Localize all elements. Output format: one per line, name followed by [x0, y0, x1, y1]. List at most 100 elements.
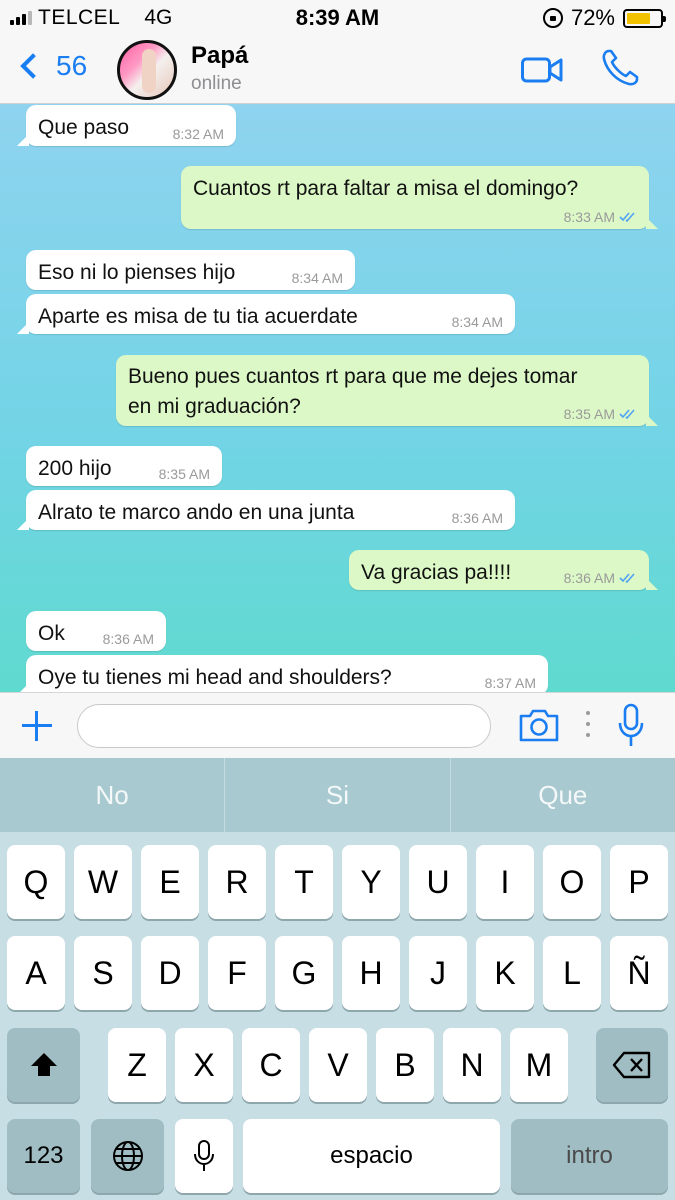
key-h[interactable]: H: [342, 936, 400, 1010]
key-q[interactable]: Q: [7, 845, 65, 919]
chat-area[interactable]: Que paso 8:32 AM Cuantos rt para faltar …: [0, 104, 675, 692]
message-meta: 8:33 AM: [564, 209, 637, 225]
battery-percent: 72%: [570, 5, 615, 30]
message-text: Eso ni lo pienses hijo: [38, 261, 236, 284]
message-text-line2: en mi graduación?: [128, 395, 301, 418]
key-r[interactable]: R: [208, 845, 266, 919]
suggestion-bar: No Si Que: [0, 758, 675, 832]
back-count: 56: [56, 50, 88, 81]
message-time: 8:32 AM: [172, 126, 224, 142]
key-f[interactable]: F: [208, 936, 266, 1010]
key-t[interactable]: T: [275, 845, 333, 919]
back-chevron-icon: [20, 53, 46, 79]
message-time: 8:37 AM: [484, 675, 536, 691]
globe-key[interactable]: [91, 1119, 164, 1193]
key-c[interactable]: C: [242, 1028, 300, 1102]
video-call-icon[interactable]: [521, 56, 563, 84]
message-text: Aparte es misa de tu tia acuerdate: [38, 305, 358, 328]
key-b[interactable]: B: [376, 1028, 434, 1102]
key-d[interactable]: D: [141, 936, 199, 1010]
dictation-key[interactable]: [175, 1119, 233, 1193]
numbers-key[interactable]: 123: [7, 1119, 80, 1193]
backspace-key[interactable]: [596, 1028, 668, 1102]
message-text: Va gracias pa!!!!: [361, 561, 512, 584]
message-incoming[interactable]: Que paso 8:32 AM: [17, 105, 236, 146]
message-outgoing[interactable]: Bueno pues cuantos rt para que me dejes …: [116, 355, 658, 426]
message-incoming[interactable]: 200 hijo 8:35 AM: [26, 446, 222, 486]
shift-icon: [30, 1053, 57, 1076]
avatar[interactable]: [117, 40, 177, 100]
contact-name[interactable]: Papá: [191, 42, 248, 70]
message-input-bar: [0, 692, 675, 758]
camera-icon[interactable]: [518, 707, 560, 743]
key-j[interactable]: J: [409, 936, 467, 1010]
globe-icon: [112, 1141, 143, 1171]
message-text: Oye tu tienes mi head and shoulders?: [38, 666, 392, 689]
contact-status: online: [191, 73, 242, 94]
key-i[interactable]: I: [476, 845, 534, 919]
key-s[interactable]: S: [74, 936, 132, 1010]
suggestion-item[interactable]: Que: [451, 758, 675, 832]
keyboard: No Si Que QWERTYUIOP ASDFGHJKLÑ ZXCVBNM 12…: [0, 758, 675, 1200]
key-l[interactable]: L: [543, 936, 601, 1010]
return-key[interactable]: intro: [511, 1119, 668, 1193]
message-input[interactable]: [77, 704, 491, 748]
key-m[interactable]: M: [510, 1028, 568, 1102]
key-e[interactable]: E: [141, 845, 199, 919]
status-bar: TELCEL 4G 8:39 AM 72%: [0, 0, 675, 36]
back-button[interactable]: 56: [18, 50, 87, 82]
more-dots-icon[interactable]: [585, 709, 591, 739]
message-text: Cuantos rt para faltar a misa el domingo…: [193, 177, 579, 200]
keyboard-mic-icon: [194, 1140, 214, 1171]
message-meta: 8:35 AM: [564, 406, 637, 422]
message-meta: 8:36 AM: [564, 570, 637, 586]
message-incoming[interactable]: Alrato te marco ando en una junta 8:36 A…: [17, 490, 515, 530]
plus-icon[interactable]: [20, 709, 54, 743]
key-k[interactable]: K: [476, 936, 534, 1010]
message-time: 8:36 AM: [451, 510, 503, 526]
key-u[interactable]: U: [409, 845, 467, 919]
suggestion-item[interactable]: Si: [225, 758, 451, 832]
shift-key[interactable]: [7, 1028, 80, 1102]
message-incoming[interactable]: Ok 8:36 AM: [26, 611, 166, 651]
message-time: 8:34 AM: [291, 270, 343, 286]
message-time: 8:36 AM: [102, 631, 154, 647]
message-incoming[interactable]: Eso ni lo pienses hijo 8:34 AM: [26, 250, 355, 290]
key-z[interactable]: Z: [108, 1028, 166, 1102]
key-v[interactable]: V: [309, 1028, 367, 1102]
message-incoming[interactable]: Aparte es misa de tu tia acuerdate 8:34 …: [17, 294, 515, 334]
key-w[interactable]: W: [74, 845, 132, 919]
message-text-line1: Bueno pues cuantos rt para que me dejes …: [128, 365, 578, 388]
message-time: 8:33 AM: [563, 209, 615, 225]
message-time: 8:35 AM: [563, 406, 615, 422]
key-a[interactable]: A: [7, 936, 65, 1010]
message-text: Que paso: [38, 116, 130, 139]
space-key[interactable]: espacio: [243, 1119, 500, 1193]
key-ñ[interactable]: Ñ: [610, 936, 668, 1010]
read-ticks-icon: [619, 409, 635, 420]
key-o[interactable]: O: [543, 845, 601, 919]
battery-icon: [623, 8, 666, 28]
message-outgoing[interactable]: Cuantos rt para faltar a misa el domingo…: [181, 166, 658, 229]
read-ticks-icon: [619, 212, 635, 223]
message-time: 8:35 AM: [158, 466, 210, 482]
suggestion-item[interactable]: No: [0, 758, 226, 832]
microphone-icon[interactable]: [617, 703, 645, 749]
message-outgoing[interactable]: Va gracias pa!!!! 8:36 AM: [349, 550, 658, 590]
message-text: Alrato te marco ando en una junta: [38, 501, 355, 524]
message-incoming[interactable]: Oye tu tienes mi head and shoulders? 8:3…: [17, 655, 548, 692]
backspace-icon: [612, 1051, 651, 1079]
status-right: 72%: [542, 5, 666, 31]
read-ticks-icon: [619, 573, 635, 584]
message-time: 8:36 AM: [563, 570, 615, 586]
rotation-lock-icon: [542, 8, 563, 28]
key-g[interactable]: G: [275, 936, 333, 1010]
key-y[interactable]: Y: [342, 845, 400, 919]
battery-fill: [627, 12, 651, 24]
key-x[interactable]: X: [175, 1028, 233, 1102]
message-text: Ok: [38, 622, 65, 645]
key-p[interactable]: P: [610, 845, 668, 919]
phone-icon[interactable]: [600, 48, 640, 88]
chat-header: 56 Papá online: [0, 36, 675, 104]
key-n[interactable]: N: [443, 1028, 501, 1102]
